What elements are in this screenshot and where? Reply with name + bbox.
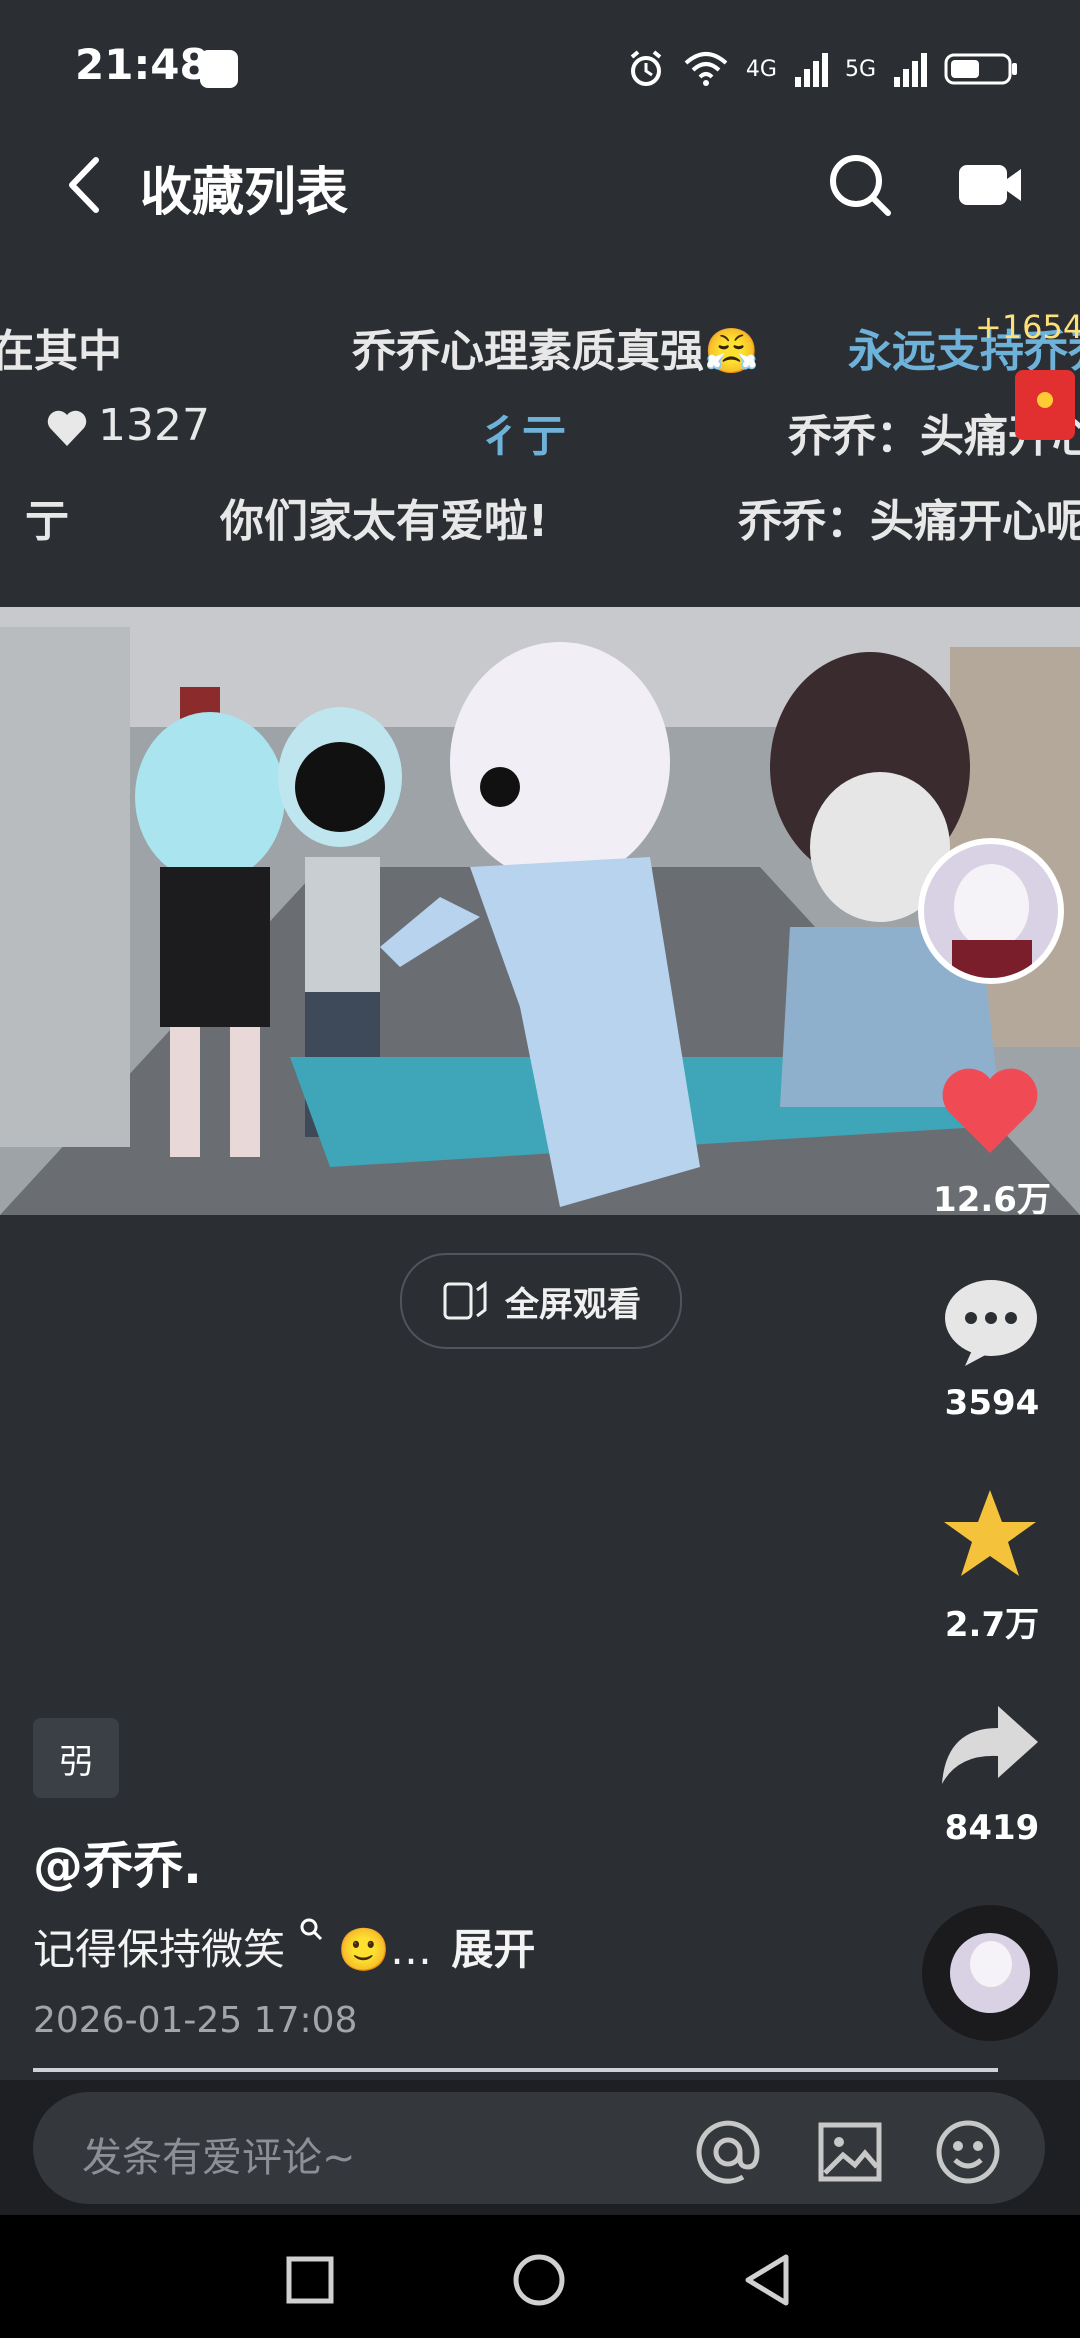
fullscreen-label: 全屏观看 (505, 1284, 641, 1325)
danmaku-item: 你们家太有爱啦! (220, 496, 549, 547)
post-date: 2026-01-25 17:08 (33, 2000, 358, 2041)
comment-button[interactable] (943, 1278, 1039, 1368)
author-name[interactable]: @乔乔. (33, 1826, 202, 1898)
fullscreen-icon (443, 1281, 487, 1320)
danmaku-item: 彳亍 (478, 411, 566, 462)
danmaku-item: 亍 (25, 496, 69, 547)
danmaku-item: 在其中 (0, 326, 122, 377)
danmaku-like-count: 1327 (98, 400, 210, 451)
image-icon[interactable] (815, 2117, 885, 2187)
expand-link[interactable]: 展开 (451, 1925, 535, 1974)
fullscreen-button[interactable]: 全屏观看 (400, 1253, 682, 1349)
mention-icon[interactable] (693, 2117, 763, 2187)
comment-count: 3594 (944, 1383, 1040, 1423)
signal-4g-icon (794, 53, 828, 87)
recent-apps-icon[interactable] (285, 2255, 335, 2305)
share-arrow-icon[interactable] (938, 1700, 1042, 1790)
description-text: 记得保持微笑 (33, 1925, 286, 1974)
home-icon[interactable] (512, 2253, 566, 2307)
wifi-icon (684, 52, 728, 86)
search-icon[interactable] (298, 1916, 324, 1942)
like-button[interactable] (940, 1065, 1040, 1157)
app-notification-icon (200, 50, 238, 88)
back-nav-icon[interactable] (742, 2253, 792, 2307)
network-4g-label: 4G (745, 56, 777, 82)
search-icon[interactable] (825, 150, 895, 220)
network-5g-label: 5G (844, 56, 876, 82)
status-bar: 21:48 4G 5G (0, 0, 1080, 130)
status-icons: 4G 5G (626, 44, 1020, 94)
like-count: 12.6万 (933, 1180, 1051, 1220)
danmaku-item: 乔乔心理素质真强😤 (352, 326, 759, 377)
emoji-icon[interactable] (933, 2117, 1003, 2187)
music-disc-icon[interactable] (922, 1905, 1058, 2041)
status-time: 21:48 (75, 40, 209, 89)
video-progress-bar[interactable] (33, 2068, 998, 2072)
video-icon[interactable] (955, 155, 1025, 215)
red-envelope-icon[interactable] (1015, 370, 1075, 440)
danmaku-item: 乔乔：头痛开心呢 (738, 496, 1080, 547)
envelope-count: +1654 (975, 308, 1080, 346)
favorite-star-icon[interactable] (940, 1486, 1040, 1582)
alarm-icon (630, 50, 662, 86)
post-description: 记得保持微笑 🙂… 展开 (33, 1916, 535, 1977)
back-button[interactable] (60, 150, 110, 220)
battery-icon (944, 53, 1017, 85)
post-tag[interactable]: 弜 (33, 1718, 119, 1798)
description-emoji: 🙂… (337, 1925, 433, 1974)
comment-placeholder: 发条有爱评论~ (82, 2135, 356, 2181)
heart-icon (47, 410, 87, 446)
signal-5g-icon (894, 53, 927, 87)
favorite-count: 2.7万 (944, 1605, 1040, 1645)
share-count: 8419 (944, 1808, 1040, 1848)
page-title: 收藏列表 (140, 163, 349, 223)
author-avatar[interactable] (918, 838, 1064, 984)
